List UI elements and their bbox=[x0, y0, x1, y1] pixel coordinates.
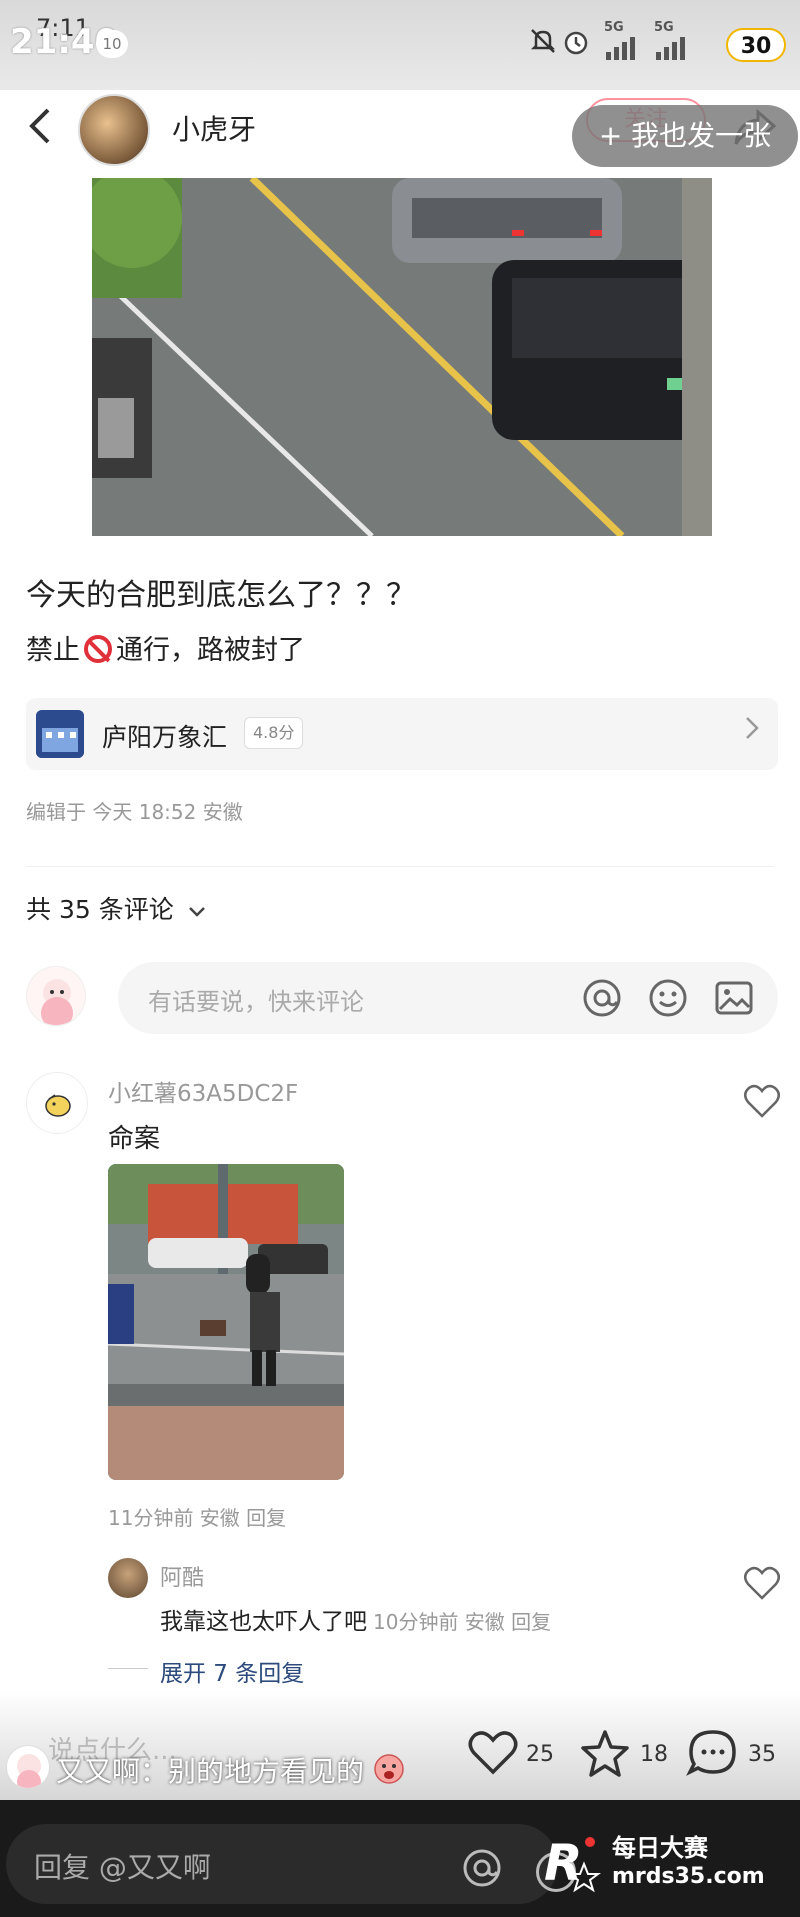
comment-meta[interactable]: 11分钟前 安徽 回复 bbox=[108, 1502, 286, 1531]
street-scene-photo bbox=[108, 1164, 344, 1480]
scared-emoji-icon bbox=[373, 1753, 405, 1792]
status-bar: 7:11 21:40 10 5G 5G 30 bbox=[0, 0, 800, 90]
network-label: 5G bbox=[604, 20, 624, 35]
expand-replies-link[interactable]: 展开 7 条回复 bbox=[160, 1654, 304, 1688]
reply-avatar[interactable] bbox=[108, 1558, 148, 1598]
reply-placeholder: 回复 @又又啊 bbox=[34, 1851, 211, 1884]
watermark: R 每日大赛 mrds35.com bbox=[540, 1824, 790, 1904]
like-count: 25 bbox=[526, 1742, 554, 1767]
chevron-right-icon bbox=[744, 714, 760, 749]
edited-info: 编辑于 今天 18:52 安徽 bbox=[26, 800, 243, 824]
post-title: 今天的合肥到底怎么了？？？ bbox=[26, 578, 416, 613]
post-header: 小虎牙 关注 + 我也发一张 bbox=[0, 90, 800, 178]
watermark-logo: R bbox=[540, 1830, 606, 1896]
signal-icon bbox=[604, 36, 640, 64]
comment-input[interactable]: 有话要说，快来评论 bbox=[118, 962, 778, 1034]
comment-count: 35 bbox=[748, 1742, 776, 1767]
barrage-text-content: 又又啊：别的地方看见的 bbox=[56, 1755, 365, 1788]
comment-count-toggle[interactable]: 共 35 条评论 bbox=[26, 890, 206, 926]
emoji-icon[interactable] bbox=[646, 976, 690, 1020]
post-also-button[interactable]: + 我也发一张 bbox=[572, 105, 798, 167]
mute-icon bbox=[528, 26, 558, 60]
comment-icon bbox=[686, 1730, 736, 1776]
chevron-down-icon bbox=[188, 902, 206, 923]
comment-author[interactable]: 小红薯63A5DC2F bbox=[108, 1074, 298, 1108]
notification-badge: 10 bbox=[96, 30, 128, 58]
divider bbox=[108, 1668, 148, 1669]
at-icon[interactable] bbox=[580, 976, 624, 1020]
reply-bar: 回复 @又又啊 R 每日大赛 mrds35.com bbox=[0, 1800, 800, 1917]
reply-meta[interactable]: 10分钟前 安徽 回复 bbox=[373, 1610, 551, 1634]
barrage-avatar bbox=[6, 1745, 50, 1789]
image-icon[interactable] bbox=[712, 976, 756, 1020]
no-entry-icon bbox=[84, 635, 112, 663]
reply-text: 我靠这也太吓人了吧 bbox=[160, 1609, 367, 1635]
reply-input[interactable]: 回复 @又又啊 bbox=[6, 1824, 576, 1904]
watermark-name: 每日大赛 bbox=[612, 1834, 708, 1862]
location-thumbnail bbox=[36, 710, 84, 758]
alarm-icon bbox=[562, 28, 590, 60]
reply-author[interactable]: 阿酷 bbox=[160, 1560, 204, 1592]
comment-image[interactable] bbox=[108, 1164, 344, 1480]
current-user-avatar bbox=[26, 966, 86, 1026]
collect-count: 18 bbox=[640, 1742, 668, 1767]
reply-line: 我靠这也太吓人了吧 10分钟前 安徽 回复 bbox=[160, 1602, 551, 1636]
comment-count-label: 共 35 条评论 bbox=[26, 895, 174, 924]
back-button[interactable] bbox=[14, 104, 64, 154]
author-name[interactable]: 小虎牙 bbox=[172, 108, 256, 148]
location-card[interactable]: 庐阳万象汇 4.8分 bbox=[26, 698, 778, 770]
watermark-url: mrds35.com bbox=[612, 1864, 765, 1889]
heart-icon[interactable] bbox=[742, 1564, 782, 1608]
divider bbox=[26, 866, 774, 867]
star-icon bbox=[581, 1730, 629, 1777]
heart-icon bbox=[468, 1731, 518, 1775]
comment-avatar[interactable] bbox=[26, 1072, 88, 1134]
post-image[interactable] bbox=[92, 178, 712, 536]
post-body-before: 禁止 bbox=[26, 635, 80, 666]
heart-icon[interactable] bbox=[742, 1082, 782, 1126]
road-scene-photo bbox=[92, 178, 712, 536]
location-score: 4.8分 bbox=[244, 717, 304, 749]
signal-icon-2 bbox=[654, 36, 690, 64]
comment-text: 命案 bbox=[108, 1124, 161, 1154]
post-body-after: 通行，路被封了 bbox=[116, 635, 305, 666]
barrage-text: 又又啊：别的地方看见的 bbox=[56, 1750, 405, 1792]
location-name: 庐阳万象汇 bbox=[102, 723, 228, 752]
network-label-2: 5G bbox=[654, 20, 674, 35]
at-icon[interactable] bbox=[460, 1846, 504, 1900]
post-body: 禁止 通行，路被封了 bbox=[26, 628, 305, 667]
author-avatar[interactable] bbox=[78, 94, 150, 166]
barrage-comment: 又又啊：别的地方看见的 bbox=[0, 1740, 404, 1796]
battery-indicator: 30 bbox=[726, 28, 786, 62]
chevron-left-icon bbox=[29, 108, 50, 144]
comment-input-placeholder: 有话要说，快来评论 bbox=[148, 988, 364, 1016]
